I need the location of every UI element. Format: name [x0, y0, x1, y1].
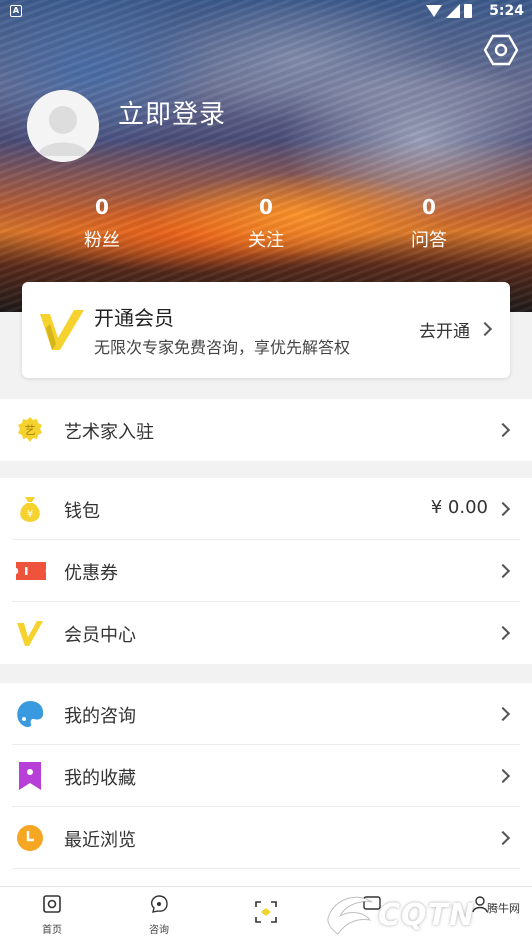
nav-home[interactable]: 首页 [22, 895, 82, 936]
stat-label: 问答 [411, 230, 447, 251]
svg-text:¥: ¥ [27, 509, 33, 520]
menu-item-label: 最近浏览 [64, 830, 136, 851]
nav-scan[interactable] [236, 901, 296, 923]
menu-item-label: 优惠券 [64, 563, 118, 584]
status-time: 5:24 [489, 3, 524, 19]
vip-v-icon [40, 310, 84, 350]
stat-count: 0 [95, 195, 109, 219]
watermark-small-text: 腾牛网 [487, 902, 520, 915]
stat-count: 0 [422, 195, 436, 219]
menu-item-vip-center[interactable]: 会员中心 [0, 602, 532, 664]
settings-icon[interactable] [484, 34, 518, 66]
chevron-right-icon [495, 830, 511, 846]
menu-group-activity: 我的咨询 我的收藏 最近浏览 [0, 683, 532, 888]
menu-item-coupons[interactable]: 优惠券 [0, 540, 532, 602]
battery-icon [464, 4, 472, 18]
vip-promo-card[interactable]: 开通会员 无限次专家免费咨询，享优先解答权 去开通 [22, 282, 510, 378]
menu-item-label: 我的收藏 [64, 768, 136, 789]
chevron-right-icon [477, 321, 493, 337]
chevron-right-icon [495, 422, 511, 438]
nav-label: 咨询 [149, 925, 169, 936]
bookmark-icon [19, 762, 41, 790]
menu-group-artist: 艺 艺术家入驻 [0, 399, 532, 461]
svg-text:艺: 艺 [25, 424, 36, 437]
artist-badge-icon: 艺 [18, 417, 42, 442]
chevron-right-icon [495, 501, 511, 517]
menu-item-artist-join[interactable]: 艺 艺术家入驻 [0, 399, 532, 461]
money-bag-icon: ¥ [20, 497, 40, 522]
signal-icon [446, 4, 460, 18]
watermark-logo: CQTN 腾牛网 [322, 884, 532, 946]
stat-fans[interactable]: 0 粉丝 [62, 192, 142, 252]
stat-label: 粉丝 [84, 230, 120, 251]
wallet-balance: ¥ 0.00 [430, 497, 488, 518]
scan-icon [255, 901, 277, 923]
home-icon [43, 895, 61, 913]
notification-icon: A [10, 5, 22, 17]
stat-label: 关注 [248, 230, 284, 251]
chevron-right-icon [495, 706, 511, 722]
stat-count: 0 [259, 195, 273, 219]
status-bar: A 5:24 [0, 0, 532, 24]
chevron-right-icon [495, 563, 511, 579]
menu-item-recent-views[interactable]: 最近浏览 [0, 807, 532, 869]
watermark-text: CQTN [378, 898, 476, 933]
menu-item-wallet[interactable]: ¥ 钱包 ¥ 0.00 [0, 478, 532, 540]
nav-label: 首页 [42, 925, 62, 936]
stat-following[interactable]: 0 关注 [226, 192, 306, 252]
stat-qa[interactable]: 0 问答 [389, 192, 469, 252]
chevron-right-icon [495, 768, 511, 784]
menu-item-label: 会员中心 [64, 625, 136, 646]
palette-icon [17, 701, 44, 728]
consult-icon [150, 895, 168, 913]
avatar[interactable] [27, 90, 99, 162]
menu-item-my-consultations[interactable]: 我的咨询 [0, 683, 532, 745]
menu-item-label: 艺术家入驻 [64, 422, 154, 443]
chevron-right-icon [495, 625, 511, 641]
vip-subtitle: 无限次专家免费咨询，享优先解答权 [94, 338, 351, 357]
menu-item-label: 我的咨询 [64, 706, 136, 727]
login-link[interactable]: 立即登录 [118, 94, 226, 131]
vip-v-icon [17, 621, 43, 646]
coupon-icon [16, 562, 46, 580]
vip-title: 开通会员 [94, 306, 174, 330]
menu-item-label: 钱包 [64, 501, 100, 522]
vip-open-button[interactable]: 去开通 [419, 317, 470, 342]
menu-item-my-favorites[interactable]: 我的收藏 [0, 745, 532, 807]
wifi-icon [426, 5, 442, 17]
default-avatar-icon [27, 90, 99, 162]
nav-consult[interactable]: 咨询 [129, 895, 189, 936]
clock-icon [17, 825, 43, 851]
menu-group-wallet: ¥ 钱包 ¥ 0.00 优惠券 会员中心 [0, 478, 532, 664]
watermark-emblem-icon [327, 896, 373, 935]
